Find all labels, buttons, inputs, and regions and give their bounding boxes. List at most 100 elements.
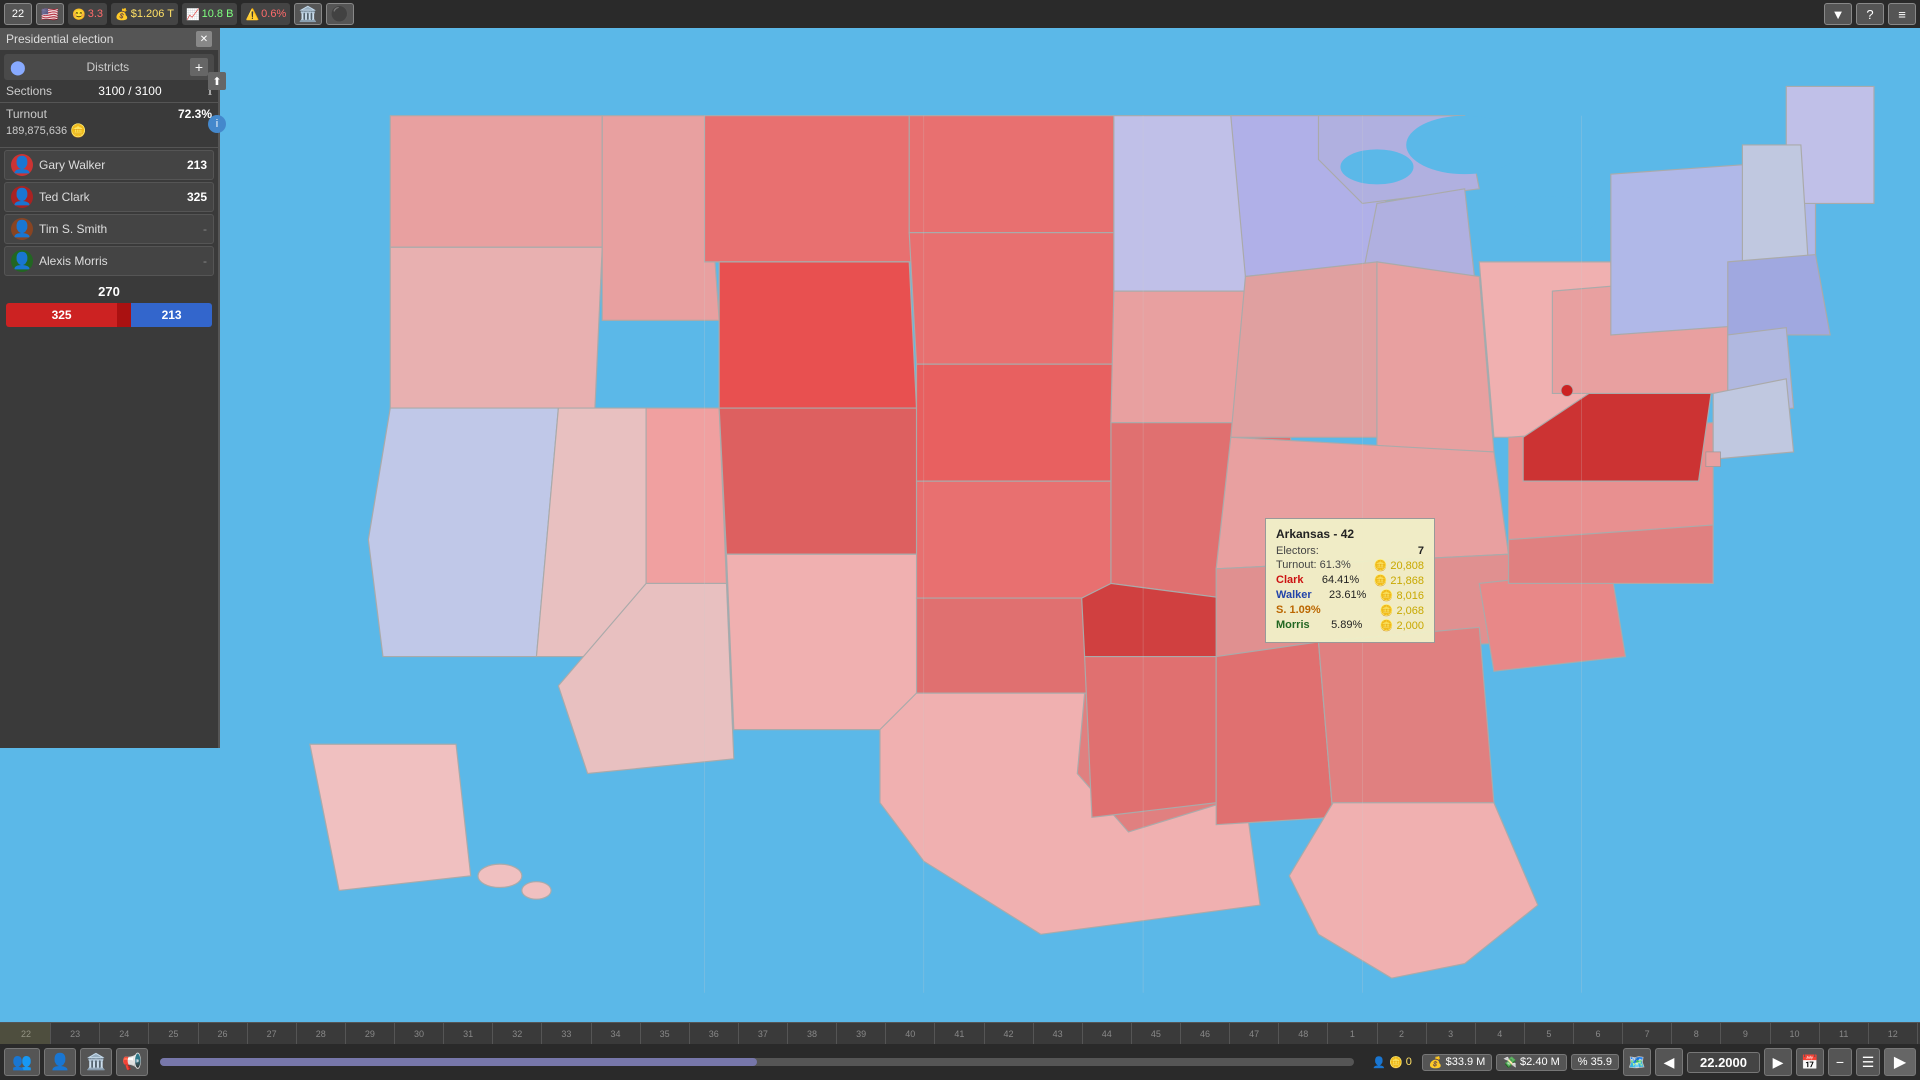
tick-28[interactable]: 28 [297, 1023, 346, 1044]
tick-22[interactable]: 22 [2, 1023, 51, 1044]
score-divider [117, 303, 131, 327]
clark-score: 325 [187, 190, 207, 204]
building-btn[interactable]: 🏛️ [294, 3, 322, 25]
clark-avatar: 👤 [11, 186, 33, 208]
tick-42[interactable]: 42 [985, 1023, 1034, 1044]
growth-value: 10.8 B [202, 8, 234, 20]
tick-24[interactable]: 24 [100, 1023, 149, 1044]
info-btn[interactable]: i [208, 115, 226, 133]
tick-2[interactable]: 2 [1378, 1023, 1427, 1044]
year-button[interactable]: 22 [4, 3, 32, 25]
tick-46[interactable]: 46 [1181, 1023, 1230, 1044]
tick-26[interactable]: 26 [199, 1023, 248, 1044]
panel-close-btn[interactable]: ✕ [196, 31, 212, 47]
tick-38[interactable]: 38 [788, 1023, 837, 1044]
dots-btn[interactable]: ⚫ [326, 3, 354, 25]
tick-34[interactable]: 34 [592, 1023, 641, 1044]
tick-7[interactable]: 7 [1623, 1023, 1672, 1044]
tick-3[interactable]: 3 [1427, 1023, 1476, 1044]
morris-pct: 5.89% [1331, 619, 1362, 632]
minus-btn[interactable]: − [1828, 1048, 1852, 1076]
tooltip-clark-row: Clark 64.41% 🪙 21,868 [1276, 574, 1424, 587]
warning-stat: ⚠️ 0.6% [241, 3, 290, 25]
candidate-row-clark[interactable]: 👤 Ted Clark 325 [4, 182, 214, 212]
tick-48[interactable]: 48 [1279, 1023, 1328, 1044]
map-view-btn[interactable]: 🗺️ [1623, 1048, 1651, 1076]
year-label: 22 [12, 8, 24, 20]
tick-47[interactable]: 47 [1230, 1023, 1279, 1044]
panel-title: Presidential election [6, 32, 113, 46]
tick-1[interactable]: 1 [1328, 1023, 1377, 1044]
money-value: $1.206 T [131, 8, 174, 20]
flag-button[interactable]: 🇺🇸 [36, 3, 64, 25]
map-area[interactable]: Arkansas - 42 Electors: 7 Turnout: 61.3%… [220, 28, 1920, 1022]
tick-29[interactable]: 29 [346, 1023, 395, 1044]
tick-32[interactable]: 32 [493, 1023, 542, 1044]
tooltip-title: Arkansas - 42 [1276, 527, 1424, 541]
top-right-buttons: ▼ ? ≡ [1824, 3, 1916, 25]
tick-27[interactable]: 27 [248, 1023, 297, 1044]
settings-btn[interactable]: ≡ [1888, 3, 1916, 25]
list-btn[interactable]: ☰ [1856, 1048, 1880, 1076]
tick-6[interactable]: 6 [1574, 1023, 1623, 1044]
us-map-svg [220, 28, 1920, 1022]
money1-display: 💰 $33.9 M [1422, 1054, 1492, 1071]
candidate-row-smith[interactable]: 👤 Tim S. Smith - [4, 214, 214, 244]
happiness-stat: 😊 3.3 [68, 3, 107, 25]
tick-44[interactable]: 44 [1083, 1023, 1132, 1044]
tick-9[interactable]: 9 [1721, 1023, 1770, 1044]
turnout-pct: 72.3% [178, 107, 212, 121]
tick-12[interactable]: 12 [1869, 1023, 1918, 1044]
left-panel: Presidential election ✕ i ⬆ ⬤ Districts … [0, 28, 220, 748]
tick-33[interactable]: 33 [542, 1023, 591, 1044]
tick-8[interactable]: 8 [1672, 1023, 1721, 1044]
help-btn[interactable]: ? [1856, 3, 1884, 25]
score-bar-blue: 213 [131, 303, 212, 327]
building-bottom-btn[interactable]: 🏛️ [80, 1048, 112, 1076]
tick-36[interactable]: 36 [690, 1023, 739, 1044]
tick-39[interactable]: 39 [837, 1023, 886, 1044]
bottom-person-icon: 👤 🪙 0 [1366, 1055, 1418, 1070]
coin-val: 0 [1406, 1056, 1412, 1068]
tick-43[interactable]: 43 [1034, 1023, 1083, 1044]
candidate-row-morris[interactable]: 👤 Alexis Morris - [4, 246, 214, 276]
candidate-row-walker[interactable]: 👤 Gary Walker 213 [4, 150, 214, 180]
smith-coin: 🪙 2,068 [1380, 604, 1424, 617]
tick-41[interactable]: 41 [935, 1023, 984, 1044]
pct: 35.9 [1591, 1056, 1612, 1068]
tick-23[interactable]: 23 [51, 1023, 100, 1044]
pct-display: % 35.9 [1571, 1054, 1619, 1070]
morris-tooltip-label: Morris [1276, 619, 1310, 632]
progress-bar [160, 1058, 1354, 1066]
turnout-count-value: 189,875,636 [6, 125, 67, 137]
tick-40[interactable]: 40 [886, 1023, 935, 1044]
districts-add-btn[interactable]: + [190, 58, 208, 76]
people-btn[interactable]: 👥 [4, 1048, 40, 1076]
score-bar: 325 213 [6, 303, 212, 327]
tick-5[interactable]: 5 [1525, 1023, 1574, 1044]
tooltip-walker-row: Walker 23.61% 🪙 8,016 [1276, 589, 1424, 602]
tick-31[interactable]: 31 [444, 1023, 493, 1044]
tick-4[interactable]: 4 [1476, 1023, 1525, 1044]
tooltip-morris-row: Morris 5.89% 🪙 2,000 [1276, 619, 1424, 632]
tick-10[interactable]: 10 [1771, 1023, 1820, 1044]
tick-37[interactable]: 37 [739, 1023, 788, 1044]
prev-btn[interactable]: ◀ [1655, 1048, 1683, 1076]
tick-11[interactable]: 11 [1820, 1023, 1869, 1044]
person-btn[interactable]: 👤 [44, 1048, 76, 1076]
filter-btn[interactable]: ▼ [1824, 3, 1852, 25]
money1: $33.9 M [1446, 1056, 1486, 1068]
electoral-section: 270 325 213 [0, 278, 218, 331]
calendar-btn[interactable]: 📅 [1796, 1048, 1824, 1076]
tick-25[interactable]: 25 [149, 1023, 198, 1044]
speaker-btn[interactable]: 📢 [116, 1048, 148, 1076]
tick-30[interactable]: 30 [395, 1023, 444, 1044]
scroll-right-btn[interactable]: ▶ [1884, 1048, 1916, 1076]
districts-radio[interactable]: ⬤ [10, 59, 26, 76]
walker-coin: 🪙 8,016 [1380, 589, 1424, 602]
tick-35[interactable]: 35 [641, 1023, 690, 1044]
tick-45[interactable]: 45 [1132, 1023, 1181, 1044]
score-bar-red: 325 [6, 303, 117, 327]
next-btn[interactable]: ▶ [1764, 1048, 1792, 1076]
export-btn[interactable]: ⬆ [208, 72, 226, 90]
